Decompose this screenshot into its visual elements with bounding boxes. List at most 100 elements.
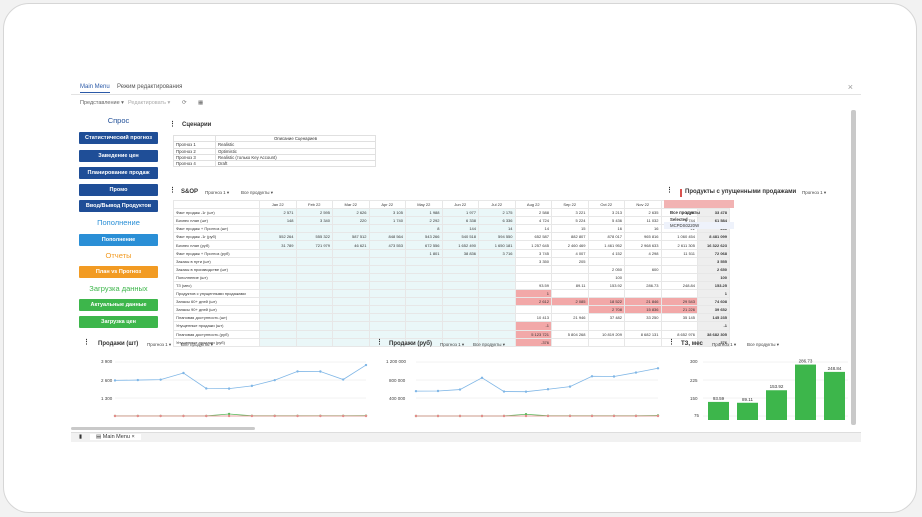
save-icon[interactable]: ▦ xyxy=(198,100,203,106)
view-menu[interactable]: Представление ▾ xyxy=(80,100,124,106)
table-cell: 878 017 xyxy=(587,232,625,242)
table-cell xyxy=(295,305,333,315)
toolbar: Представление ▾ Редактировать ▾ ⟳ ▦ xyxy=(71,96,861,111)
sop-products-dropdown[interactable]: Все продукты ▾ xyxy=(241,190,273,196)
table-row: Факт продаж + Прогноз (шт) 8 144 14 14 15 16 16… xyxy=(173,224,730,234)
table-cell xyxy=(441,256,479,266)
row-label: Пополнение (шт) xyxy=(173,272,260,282)
data-label: 248.84 xyxy=(828,366,842,371)
tick-label: 400 000 xyxy=(389,396,406,401)
list-item[interactable]: MCPDS0220W xyxy=(664,222,734,229)
table-cell: 594 550 xyxy=(478,232,516,242)
tz-forecast-dropdown[interactable]: Прогноз 1 ▾ xyxy=(712,342,736,348)
table-cell: 11 032 xyxy=(624,216,662,226)
vertical-scrollbar[interactable] xyxy=(851,110,856,425)
close-icon[interactable]: × xyxy=(848,82,853,92)
bar xyxy=(824,371,845,420)
units-products-dropdown[interactable]: Все продукты ▾ xyxy=(181,342,213,348)
data-point xyxy=(568,385,572,388)
table-cell xyxy=(295,256,333,266)
data-point xyxy=(319,370,322,373)
kebab-icon[interactable]: ⋮ xyxy=(169,120,176,128)
horizontal-scrollbar[interactable] xyxy=(71,427,255,430)
table-cell: 21 226 xyxy=(660,305,698,315)
table-cell: 16 xyxy=(624,224,662,234)
kebab-icon[interactable]: ⋮ xyxy=(169,186,176,194)
data-point xyxy=(414,389,418,393)
table-cell: 1 xyxy=(514,289,552,299)
table-cell: 37 482 xyxy=(587,313,625,323)
stat-forecast-button[interactable]: Статистический прогноз xyxy=(79,132,158,144)
table-cell xyxy=(368,264,406,274)
demand-heading: Спрос xyxy=(107,116,130,125)
table-cell: 3 716 xyxy=(478,248,516,258)
table-cell: 2 292 xyxy=(405,216,443,226)
rub-forecast-dropdown[interactable]: Прогноз 1 ▾ xyxy=(440,342,464,348)
data-point xyxy=(113,379,117,382)
kebab-icon[interactable]: ⋮ xyxy=(666,186,673,194)
kebab-icon[interactable]: ⋮ xyxy=(376,338,383,346)
table-cell xyxy=(441,280,479,291)
window-frame: Main Menu Режим редактирования × Предста… xyxy=(3,3,917,513)
prices-button[interactable]: Заведение цен xyxy=(79,150,158,162)
tab-main-menu[interactable]: Main Menu xyxy=(80,84,110,93)
table-cell xyxy=(295,313,333,323)
units-forecast-dropdown[interactable]: Прогноз 1 ▾ xyxy=(147,342,171,348)
table-cell xyxy=(478,321,516,331)
rub-products-dropdown[interactable]: Все продукты ▾ xyxy=(473,342,505,348)
table-cell: 2 595 xyxy=(295,208,333,218)
promo-button[interactable]: Промо xyxy=(79,184,158,196)
kebab-icon[interactable]: ⋮ xyxy=(668,338,675,346)
data-point xyxy=(364,414,368,418)
table-cell xyxy=(587,256,625,266)
table-cell: 15 836 xyxy=(624,305,662,315)
table-cell xyxy=(441,329,479,339)
tab-edit-mode[interactable]: Режим редактирования xyxy=(117,84,182,90)
sop-forecast-dropdown[interactable]: Прогноз 1 ▾ xyxy=(205,190,229,196)
table-row: Факт продаж -1г (шт) 2 571 2 595 2 626 3 105… xyxy=(173,208,730,218)
replenish-button[interactable]: Пополнение xyxy=(79,234,158,246)
edit-menu[interactable]: Редактировать ▾ xyxy=(128,100,170,106)
data-point xyxy=(546,414,550,418)
month-header: Jun 22 xyxy=(441,199,479,210)
table-cell: 2 635 xyxy=(624,208,662,218)
table-cell xyxy=(259,289,297,299)
table-cell: 965 816 xyxy=(624,232,662,242)
bookmark-icon[interactable]: ▮ xyxy=(79,434,82,440)
table-cell: 3 105 xyxy=(368,208,406,218)
data-point xyxy=(250,384,254,388)
table-cell xyxy=(368,305,406,315)
data-point xyxy=(502,414,506,418)
table-cell xyxy=(405,321,443,331)
tick-label: 75 xyxy=(694,413,700,418)
kebab-icon[interactable]: ⋮ xyxy=(83,338,90,346)
product-io-button[interactable]: Ввод/Вывод Продуктов xyxy=(79,200,158,212)
table-cell: 473 553 xyxy=(368,240,406,250)
table-cell: 35 145 xyxy=(660,313,698,323)
table-cell xyxy=(624,289,662,299)
lost-sales-forecast-dropdown[interactable]: Прогноз 1 ▾ xyxy=(802,190,826,196)
data-point xyxy=(273,378,276,382)
table-cell xyxy=(551,272,589,282)
table-cell xyxy=(295,321,333,331)
row-label: Плановая доступность (руб) xyxy=(173,329,260,339)
table-cell: 2 650 xyxy=(697,264,730,274)
bottom-tab-main-menu[interactable]: ▤ Main Menu × xyxy=(90,434,141,440)
table-cell: 3 340 xyxy=(295,216,333,226)
table-cell: 10 819 209 xyxy=(587,329,625,339)
table-cell: 6 338 xyxy=(441,216,479,226)
tz-products-dropdown[interactable]: Все продукты ▾ xyxy=(747,342,779,348)
sales-planning-button[interactable]: Планирование продаж xyxy=(79,167,158,179)
table-cell: 5 804 268 xyxy=(551,329,589,339)
row-label: Факт продаж -1г (шт) xyxy=(173,208,260,218)
load-prices-button[interactable]: Загрузка цен xyxy=(79,316,158,328)
data-point xyxy=(319,414,322,418)
data-point xyxy=(227,414,231,418)
actual-data-button[interactable]: Актуальные данные xyxy=(79,299,158,311)
data-point xyxy=(159,414,162,418)
table-cell xyxy=(478,297,516,307)
refresh-icon[interactable]: ⟳ xyxy=(182,100,187,106)
table-cell: 100 xyxy=(697,272,730,282)
plan-vs-forecast-button[interactable]: План vs Прогноз xyxy=(79,266,158,278)
table-cell: 4 724 xyxy=(514,216,552,226)
